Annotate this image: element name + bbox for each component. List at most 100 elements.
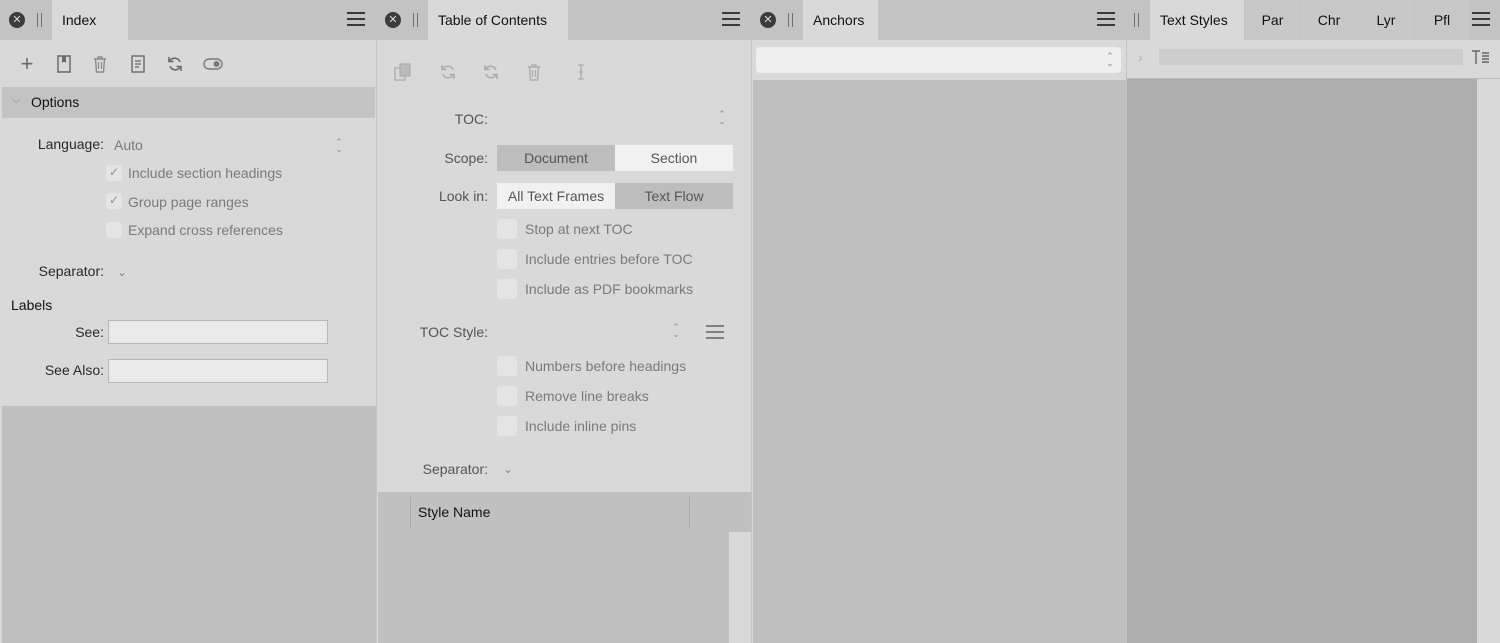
separator-label: Separator: [38, 263, 104, 279]
column-divider [410, 497, 411, 528]
include-as-pdf-bookmarks-label: Include as PDF bookmarks [525, 281, 694, 297]
stop-at-next-toc-label: Stop at next TOC [525, 221, 633, 237]
panel-menu-icon[interactable] [722, 11, 740, 27]
include-inline-pins-checkbox[interactable] [497, 416, 517, 436]
anchors-tab[interactable]: Anchors [803, 0, 878, 40]
sync-icon[interactable] [481, 62, 501, 82]
tab-lyr[interactable]: Lyr [1358, 0, 1414, 40]
document-icon[interactable] [128, 54, 148, 74]
panel-menu-icon[interactable] [347, 11, 365, 27]
scope-label: Scope: [444, 150, 488, 166]
toc-titlebar: Table of Contents ✕ [377, 0, 751, 40]
see-input[interactable] [108, 320, 328, 344]
tab-par[interactable]: Par [1245, 0, 1300, 40]
numbers-before-headings-checkbox[interactable] [497, 356, 517, 376]
numbers-before-headings-label: Numbers before headings [525, 358, 687, 374]
close-icon[interactable]: ✕ [760, 12, 776, 28]
options-section-header[interactable]: ⌵ Options [2, 87, 375, 118]
scrollbar-track[interactable] [729, 532, 751, 643]
tab-pfl[interactable]: Pfl [1415, 0, 1469, 40]
style-path-bar[interactable] [1159, 49, 1463, 65]
text-cursor-icon[interactable] [571, 62, 591, 82]
column-divider [689, 497, 690, 528]
toc-style-label: TOC Style: [419, 324, 488, 340]
tab-chr-label: Chr [1317, 12, 1341, 28]
toc-tab[interactable]: Table of Contents [428, 0, 568, 40]
refresh-icon[interactable] [438, 62, 458, 82]
panel-menu-icon[interactable] [1097, 11, 1115, 27]
stop-at-next-toc-checkbox[interactable] [497, 219, 517, 239]
expand-cross-references-label: Expand cross references [128, 222, 283, 238]
toc-style-menu-icon[interactable] [706, 324, 724, 340]
remove-line-breaks-label: Remove line breaks [525, 388, 649, 404]
scope-section-button[interactable]: Section [615, 145, 733, 171]
include-section-headings-label: Include section headings [128, 165, 283, 181]
checkmark-icon: ✓ [109, 193, 120, 207]
lookin-all-text-frames-button[interactable]: All Text Frames [497, 183, 615, 209]
drag-handle-icon[interactable] [412, 13, 420, 27]
copy-icon[interactable] [393, 62, 413, 82]
toc-title: Table of Contents [438, 12, 547, 28]
toc-stepper-icon[interactable]: ⌃ ⌄ [717, 110, 727, 126]
drag-handle-icon[interactable] [787, 13, 795, 27]
anchors-title: Anchors [813, 12, 865, 28]
text-style-icon[interactable] [1470, 47, 1490, 67]
bookmark-icon[interactable] [54, 54, 74, 74]
anchors-panel: Anchors ✕ ⌃ ⌄ [752, 0, 1126, 643]
panel-menu-icon[interactable] [1472, 11, 1490, 27]
chevron-right-icon[interactable]: › [1138, 49, 1143, 65]
index-titlebar: Index ✕ [0, 0, 376, 40]
options-header-label: Options [31, 94, 80, 110]
index-tab[interactable]: Index [52, 0, 128, 40]
refresh-icon[interactable] [165, 54, 185, 74]
see-also-input[interactable] [108, 359, 328, 383]
include-entries-before-toc-checkbox[interactable] [497, 249, 517, 269]
language-stepper-icon[interactable]: ⌃ ⌄ [334, 138, 344, 154]
group-page-ranges-checkbox[interactable]: ✓ [106, 193, 122, 209]
add-icon[interactable]: + [17, 53, 37, 75]
close-icon[interactable]: ✕ [385, 12, 401, 28]
styles-titlebar: Text Styles Par Chr Lyr Pfl [1127, 0, 1500, 40]
trash-icon[interactable] [524, 62, 544, 82]
include-entries-before-toc-label: Include entries before TOC [525, 251, 693, 267]
style-name-column-header[interactable]: Style Name [418, 504, 490, 520]
text-styles-list[interactable] [1127, 79, 1477, 643]
tab-lyr-label: Lyr [1376, 12, 1396, 28]
remove-line-breaks-checkbox[interactable] [497, 386, 517, 406]
close-icon[interactable]: ✕ [9, 12, 25, 28]
tab-chr[interactable]: Chr [1301, 0, 1357, 40]
tab-text-styles-label: Text Styles [1160, 12, 1228, 28]
chevron-down-icon[interactable]: ⌄ [503, 462, 513, 476]
labels-header: Labels [11, 297, 53, 313]
drag-handle-icon[interactable] [1133, 13, 1141, 27]
dropdown-stepper-icon: ⌃ ⌄ [1106, 51, 1114, 68]
toc-separator-label: Separator: [422, 461, 488, 477]
tab-text-styles[interactable]: Text Styles [1150, 0, 1244, 40]
index-panel: Index ✕ + ⌵ Options Language: Auto ⌃ ⌄ ✓ … [0, 0, 376, 643]
trash-icon[interactable] [90, 54, 110, 74]
language-select-value[interactable]: Auto [114, 137, 143, 153]
see-also-label: See Also: [44, 362, 104, 378]
tab-par-label: Par [1261, 12, 1284, 28]
tab-pfl-label: Pfl [1433, 12, 1451, 28]
see-label: See: [75, 324, 104, 340]
scope-document-button[interactable]: Document [497, 145, 615, 171]
text-styles-panel: Text Styles Par Chr Lyr Pfl › [1127, 0, 1500, 643]
include-as-pdf-bookmarks-checkbox[interactable] [497, 279, 517, 299]
include-section-headings-checkbox[interactable]: ✓ [106, 165, 122, 181]
include-inline-pins-label: Include inline pins [525, 418, 637, 434]
lookin-text-flow-button[interactable]: Text Flow [615, 183, 733, 209]
toc-style-stepper-icon[interactable]: ⌃ ⌄ [671, 323, 681, 339]
index-list-area[interactable] [2, 406, 376, 643]
toggle-icon[interactable] [203, 54, 223, 74]
drag-handle-icon[interactable] [36, 13, 44, 27]
toc-panel: Table of Contents ✕ TOC: ⌃ ⌄ Scope: Docum… [377, 0, 751, 643]
language-label: Language: [37, 136, 104, 152]
anchors-list[interactable] [753, 80, 1126, 643]
toc-style-table[interactable]: Style Name [378, 492, 751, 643]
expand-cross-references-checkbox[interactable] [106, 222, 122, 238]
anchors-titlebar: Anchors ✕ [752, 0, 1126, 40]
chevron-down-icon[interactable]: ⌄ [117, 265, 127, 279]
scrollbar-track[interactable] [1477, 79, 1500, 643]
anchor-dropdown[interactable]: ⌃ ⌄ [756, 47, 1121, 73]
